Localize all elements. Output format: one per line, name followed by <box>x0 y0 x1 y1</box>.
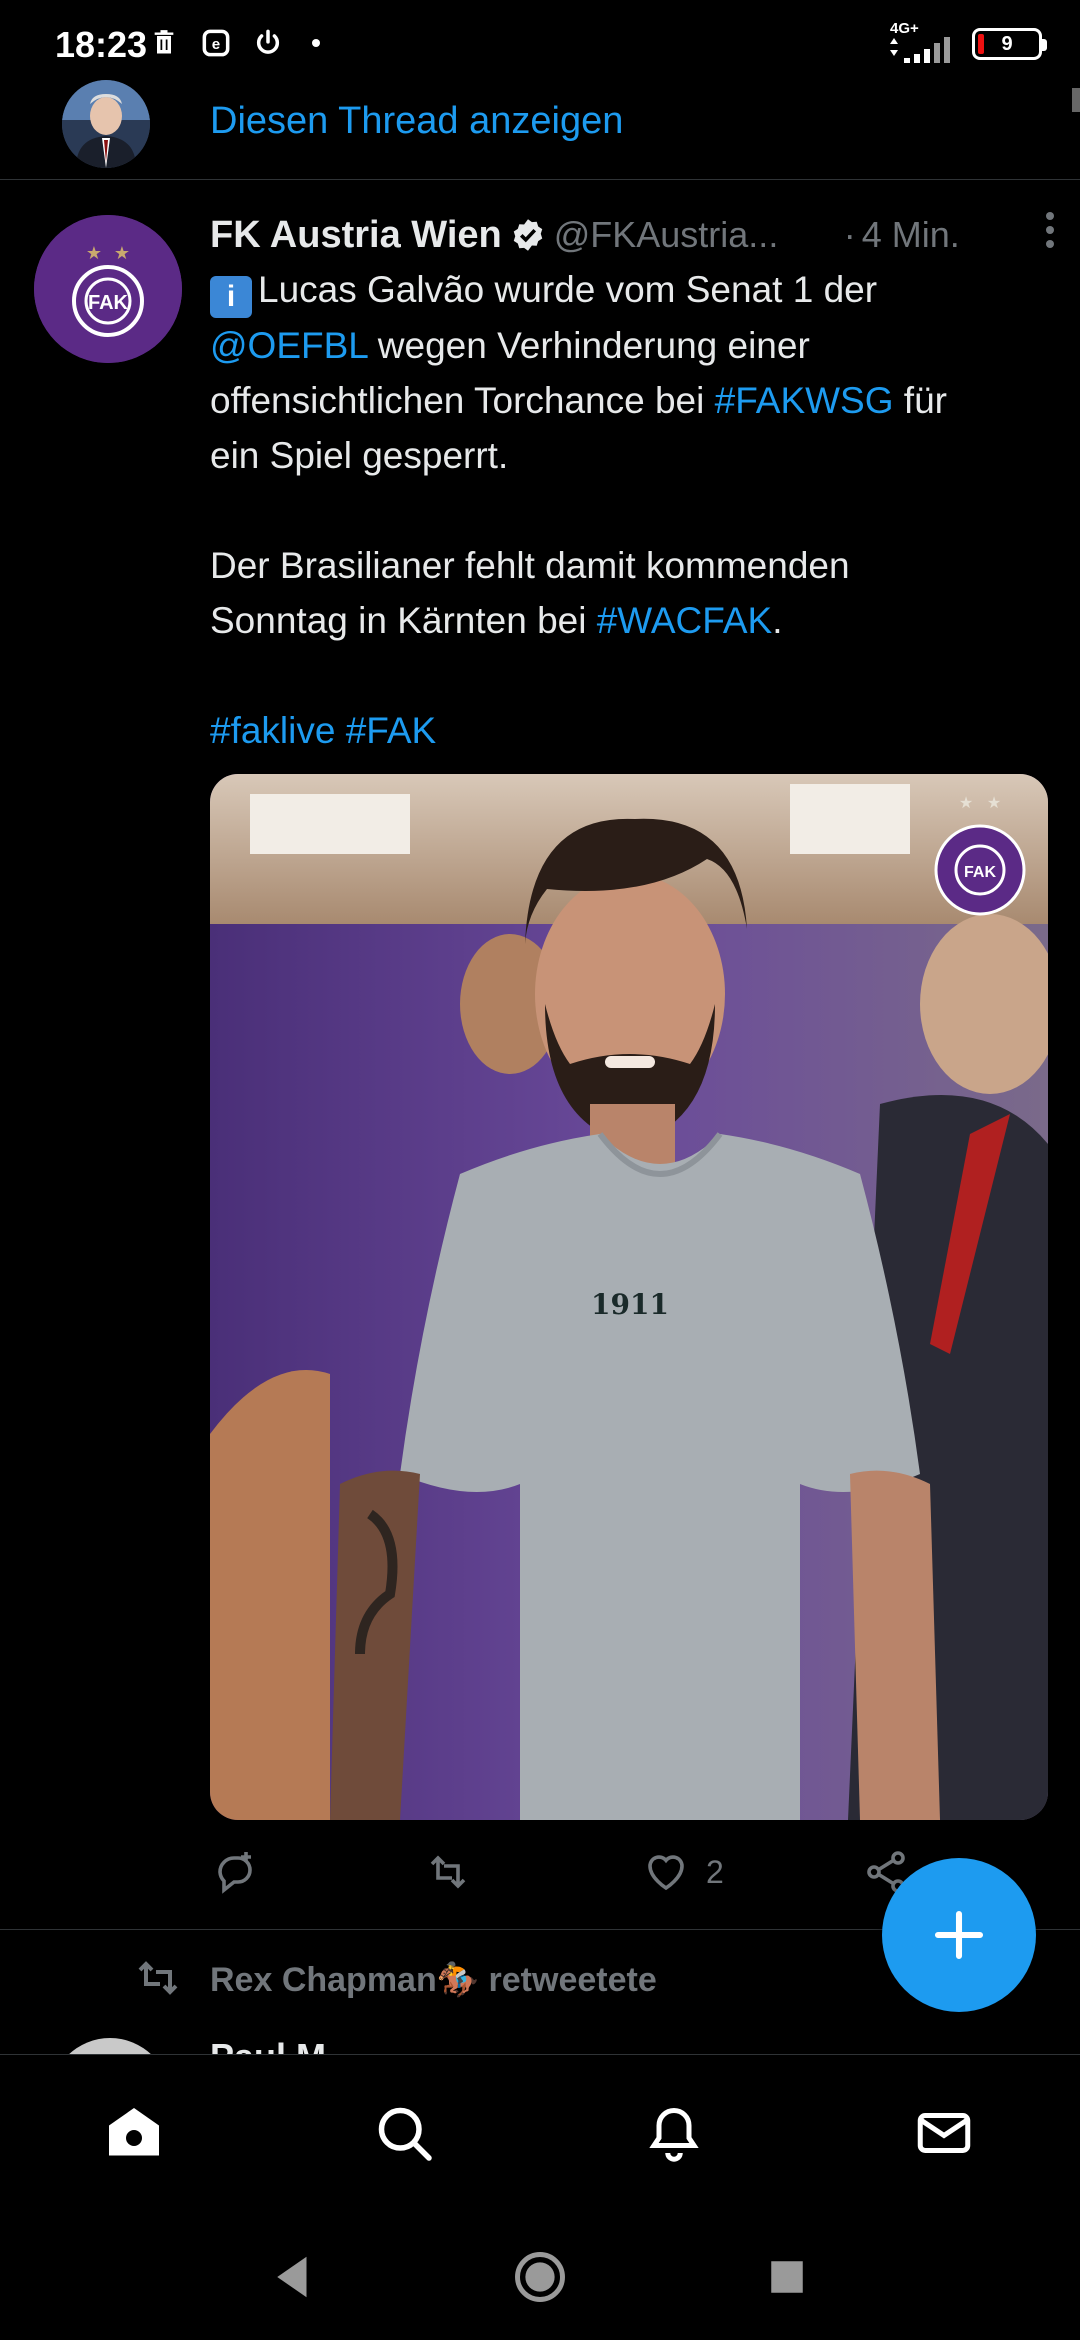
tweet-line-4: ein Spiel gesperrt. <box>210 428 1060 483</box>
shirt-print: 1911 <box>591 1288 669 1321</box>
retweet-context-text: Rex Chapman🏇 retweetete <box>210 1960 657 2000</box>
mention-link[interactable]: @OEFBL <box>210 325 368 366</box>
scrollbar-thumb[interactable] <box>1072 88 1080 112</box>
svg-text:e: e <box>212 36 220 53</box>
notifications-bell-icon[interactable] <box>644 2103 704 2163</box>
status-bar: 18:23 e 4G+ 9 <box>0 0 1080 76</box>
svg-text:FAK: FAK <box>964 864 996 881</box>
tweet-line-3: offensichtlichen Torchance bei #FAKWSG f… <box>210 373 1060 428</box>
retweet-icon <box>138 1961 178 1995</box>
tweet-card[interactable]: ★ ★ FAK FK Austria Wien @FKAustria... · … <box>0 180 1080 1930</box>
svg-text:★: ★ <box>86 243 102 264</box>
more-options-icon[interactable] <box>1040 210 1060 250</box>
player-photo: 1911 FAK ★ ★ <box>210 774 1048 1820</box>
search-icon[interactable] <box>374 2103 434 2163</box>
verified-badge-icon <box>513 219 542 251</box>
hashtag-link[interactable]: #faklive <box>210 710 335 751</box>
tweet-paragraph-2: Der Brasilianer fehlt damit kommenden So… <box>210 538 950 648</box>
retweet-icon <box>430 1855 466 1889</box>
signal-icon: 4G+ <box>888 20 958 64</box>
like-count: 2 <box>706 1853 724 1890</box>
notification-dot-icon <box>312 39 320 47</box>
status-system-icons: 4G+ 9 <box>888 20 1047 64</box>
reply-icon <box>218 1852 252 1894</box>
like-button[interactable]: 2 <box>642 1848 724 1896</box>
svg-text:★: ★ <box>987 793 1001 812</box>
svg-text:★: ★ <box>114 243 130 264</box>
home-icon[interactable] <box>104 2103 164 2163</box>
home-circle-icon[interactable] <box>513 2250 567 2304</box>
tweet-text-part: ein Spiel gesperrt. <box>210 435 509 476</box>
next-tweet-peek[interactable]: Paul M... <box>0 2030 1080 2054</box>
tweet-timestamp[interactable]: 4 Min. <box>862 214 960 256</box>
tweet-text-part: für <box>893 380 947 421</box>
tweet-line-1: i Lucas Galvão wurde vom Senat 1 der <box>210 262 1060 318</box>
retweet-suffix: retweetete <box>488 1961 657 1999</box>
next-tweet-avatar[interactable] <box>50 2038 170 2054</box>
recents-square-icon[interactable] <box>760 2250 814 2304</box>
author-avatar[interactable]: ★ ★ FAK <box>34 215 182 363</box>
system-navigation-bar <box>0 2214 1080 2340</box>
fak-logo-icon: ★ ★ FAK <box>34 215 182 363</box>
status-notification-icons: e <box>150 28 320 58</box>
tweet-text-part: wegen Verhinderung einer <box>367 325 810 366</box>
tweet-text-part: . <box>772 600 783 641</box>
hashtag-link[interactable]: #WACFAK <box>597 600 772 641</box>
bottom-navigation <box>0 2054 1080 2214</box>
tweet-photo[interactable]: 1911 FAK ★ ★ <box>210 774 1048 1820</box>
plus-icon <box>934 1910 984 1960</box>
power-icon <box>256 29 280 54</box>
tweet-header: FK Austria Wien @FKAustria... · 4 Min. <box>210 210 1050 260</box>
battery-level <box>978 34 984 54</box>
battery-icon: 9 <box>972 28 1047 60</box>
thread-author-avatar[interactable] <box>62 80 150 168</box>
messages-mail-icon[interactable] <box>914 2103 974 2163</box>
trash-icon <box>154 30 174 54</box>
app-e-icon: e <box>202 29 230 57</box>
tweet-text-part: offensichtlichen Torchance bei <box>210 380 715 421</box>
author-name[interactable]: FK Austria Wien <box>210 214 502 257</box>
info-emoji-icon: i <box>210 276 252 318</box>
tweet-hashtags: #faklive #FAK <box>210 703 1060 758</box>
back-triangle-icon[interactable] <box>266 2250 320 2304</box>
status-time: 18:23 <box>55 24 148 65</box>
compose-tweet-button[interactable] <box>882 1858 1036 2012</box>
horse-emoji-icon: 🏇 <box>436 1961 480 1999</box>
retweet-button[interactable] <box>424 1848 472 1896</box>
tweet-text-part: Lucas Galvão wurde vom Senat 1 der <box>258 269 878 310</box>
battery-percent: 9 <box>1001 32 1013 55</box>
svg-text:★: ★ <box>959 793 973 812</box>
network-type: 4G+ <box>890 20 919 37</box>
svg-text:FAK: FAK <box>88 292 129 314</box>
next-tweet-author[interactable]: Paul M... <box>210 2036 356 2054</box>
author-handle[interactable]: @FKAustria... <box>554 214 824 256</box>
show-thread-link[interactable]: Diesen Thread anzeigen <box>210 100 623 143</box>
retweeter-name[interactable]: Rex Chapman <box>210 1961 437 1999</box>
tweet-text: i Lucas Galvão wurde vom Senat 1 der @OEF… <box>210 262 1060 758</box>
heart-icon <box>648 1855 684 1891</box>
tweet-line-2: @OEFBL wegen Verhinderung einer <box>210 318 1060 373</box>
header-separator: · <box>843 214 856 255</box>
show-thread-row[interactable]: Diesen Thread anzeigen <box>0 76 1080 180</box>
reply-button[interactable] <box>210 1848 258 1896</box>
hashtag-link[interactable]: #FAKWSG <box>715 380 894 421</box>
hashtag-link[interactable]: #FAK <box>346 710 437 751</box>
